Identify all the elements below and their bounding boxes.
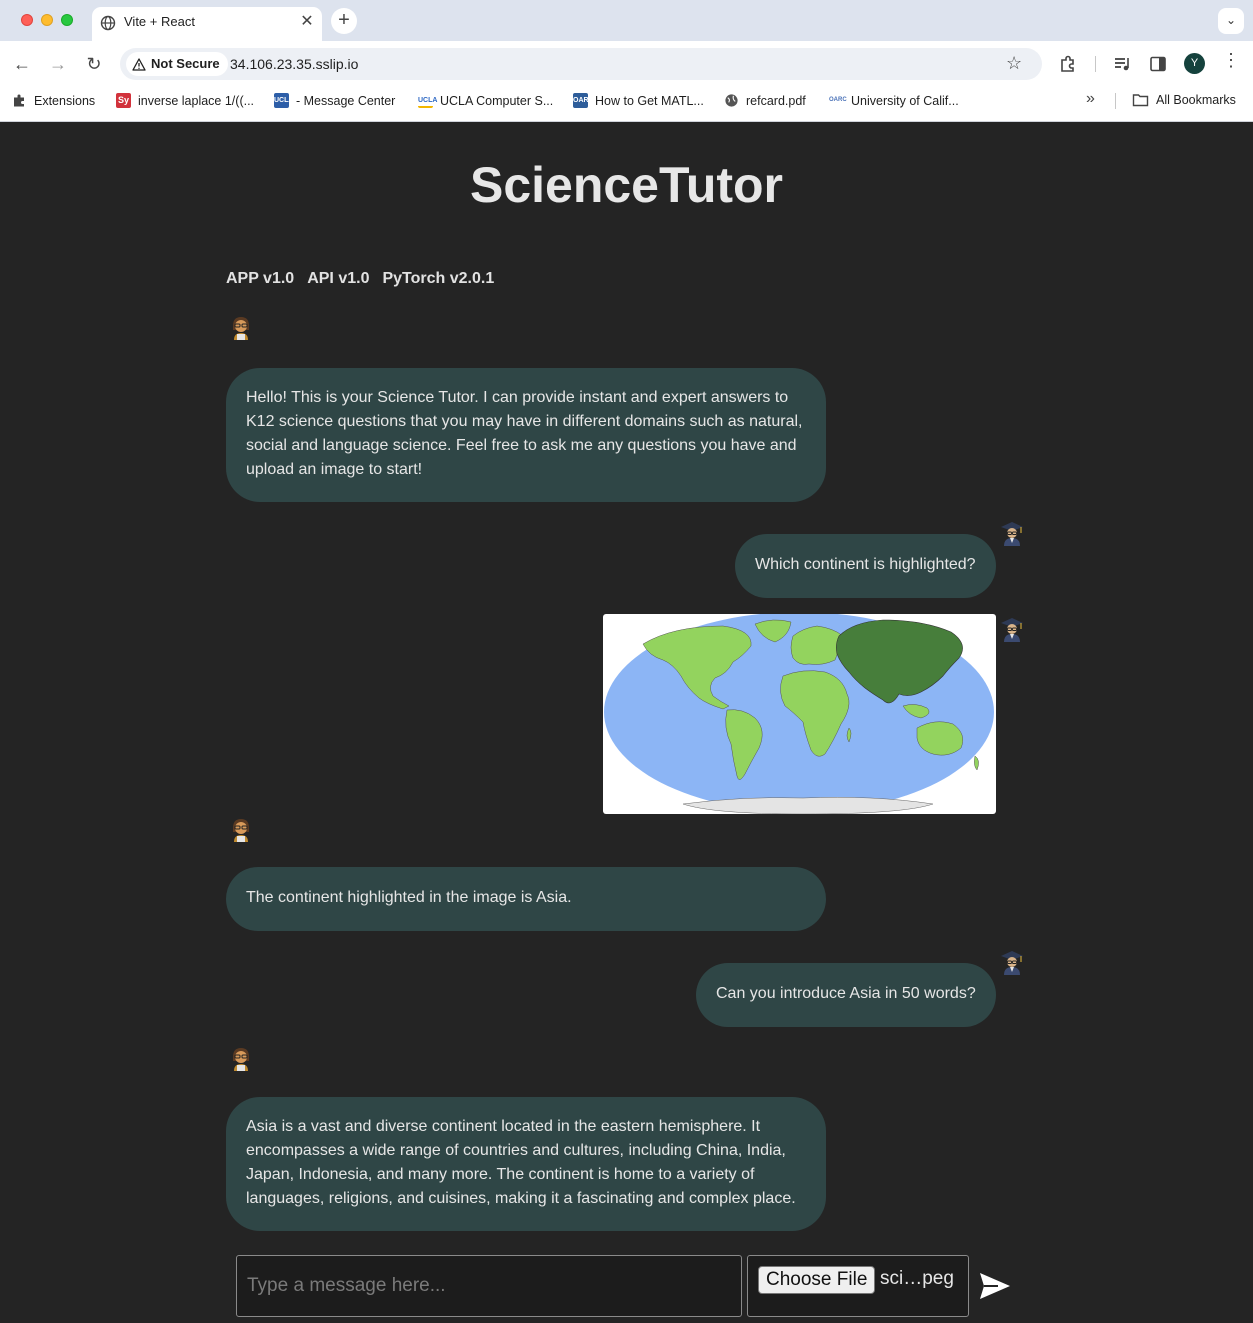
user-message-bubble: Can you introduce Asia in 50 words? xyxy=(696,963,996,1027)
maximize-window-button[interactable] xyxy=(61,14,73,26)
graduate-avatar-icon xyxy=(1001,951,1023,975)
ucla-favicon: UCLA xyxy=(274,93,293,108)
student-avatar-icon xyxy=(233,317,249,340)
oarc-favicon: OARC xyxy=(829,93,847,108)
bookmark-extensions[interactable]: Extensions xyxy=(12,93,95,108)
ucla-favicon: UCLA xyxy=(418,93,437,108)
message-composer: Choose File sci…peg xyxy=(0,1255,1253,1323)
bookmark-refcard[interactable]: refcard.pdf xyxy=(724,93,806,108)
user-message-text: Can you introduce Asia in 50 words? xyxy=(716,985,976,1002)
security-label: Not Secure xyxy=(151,56,220,71)
symbolab-favicon: Sy xyxy=(116,93,131,108)
bookmark-label: - Message Center xyxy=(296,93,396,108)
user-message-bubble: Which continent is highlighted? xyxy=(735,534,996,598)
close-tab-icon[interactable]: ✕ xyxy=(298,11,316,31)
bookmark-message-center[interactable]: UCLA - Message Center xyxy=(274,93,395,108)
file-upload-field[interactable]: Choose File sci…peg xyxy=(747,1255,969,1317)
new-zealand xyxy=(974,755,979,771)
student-avatar-icon xyxy=(233,819,249,842)
globe-icon xyxy=(100,15,116,31)
media-queue-icon[interactable] xyxy=(1112,54,1132,74)
new-tab-button[interactable]: + xyxy=(331,8,357,34)
graduate-avatar-icon xyxy=(1001,618,1023,642)
bot-message-bubble: The continent highlighted in the image i… xyxy=(226,867,826,931)
bookmark-label: Extensions xyxy=(34,93,96,108)
app-version: APP v1.0 xyxy=(226,270,295,287)
toolbar-divider xyxy=(1095,56,1096,72)
api-version: API v1.0 xyxy=(307,270,370,287)
bot-message-text: The continent highlighted in the image i… xyxy=(246,889,572,906)
bookmark-label: University of Calif... xyxy=(851,93,959,108)
security-chip[interactable]: Not Secure xyxy=(126,52,228,76)
tab-title: Vite + React xyxy=(124,14,195,29)
bookmarks-divider xyxy=(1115,93,1116,109)
globe-icon xyxy=(725,94,738,107)
navigation-bar: ← → ↻ Not Secure 34.106.23.35.sslip.io ☆ xyxy=(0,41,1253,87)
user-message-text: Which continent is highlighted? xyxy=(755,556,976,573)
folder-icon xyxy=(1132,94,1149,107)
forward-arrow-icon[interactable]: → xyxy=(46,52,70,76)
bookmark-university[interactable]: OARC University of Calif... xyxy=(829,93,959,108)
bot-message-text: Hello! This is your Science Tutor. I can… xyxy=(246,389,803,478)
url-text[interactable]: 34.106.23.35.sslip.io xyxy=(230,56,358,72)
menu-kebab-icon[interactable]: ⋮ xyxy=(1222,50,1240,71)
world-map-image xyxy=(603,614,996,814)
send-icon[interactable] xyxy=(978,1269,1012,1303)
world-map xyxy=(604,614,994,814)
bookmark-inverse-laplace[interactable]: Sy inverse laplace 1/((... xyxy=(116,93,254,108)
tab-search-button[interactable]: ⌄ xyxy=(1218,8,1244,34)
antarctica xyxy=(682,797,934,814)
message-input[interactable] xyxy=(236,1255,742,1317)
bookmark-label: How to Get MATL... xyxy=(595,93,704,108)
bot-message-text: Asia is a vast and diverse continent loc… xyxy=(246,1118,796,1207)
selected-file-name: sci…peg xyxy=(880,1268,954,1289)
bookmark-star-icon[interactable]: ☆ xyxy=(1006,53,1022,74)
close-window-button[interactable] xyxy=(21,14,33,26)
bot-message-bubble: Asia is a vast and diverse continent loc… xyxy=(226,1097,826,1231)
choose-file-button[interactable]: Choose File xyxy=(758,1266,876,1294)
bookmark-ucla-cs[interactable]: UCLA UCLA Computer S... xyxy=(418,93,553,108)
reload-icon[interactable]: ↻ xyxy=(82,52,106,76)
version-info: APP v1.0 API v1.0 PyTorch v2.0.1 xyxy=(226,270,494,288)
puzzle-icon xyxy=(14,94,24,107)
bookmark-matlab[interactable]: OARC How to Get MATL... xyxy=(573,93,704,108)
all-bookmarks-label: All Bookmarks xyxy=(1156,93,1236,107)
bookmark-label: inverse laplace 1/((... xyxy=(138,93,255,108)
side-panel-icon[interactable] xyxy=(1148,54,1168,74)
bookmark-label: refcard.pdf xyxy=(746,93,806,108)
europe xyxy=(790,625,844,665)
address-bar[interactable]: Not Secure 34.106.23.35.sslip.io ☆ xyxy=(120,48,1042,80)
science-tutor-app: ScienceTutor APP v1.0 API v1.0 PyTorch v… xyxy=(0,122,1253,1323)
bookmarks-bar: Extensions Sy inverse laplace 1/((... UC… xyxy=(0,87,1253,115)
all-bookmarks-folder[interactable]: All Bookmarks xyxy=(1132,93,1236,107)
browser-chrome: Vite + React ✕ + ⌄ ← → ↻ Not Secure 34.1… xyxy=(0,0,1253,122)
tab-active[interactable]: Vite + React ✕ xyxy=(92,7,322,41)
graduate-avatar-icon xyxy=(1001,522,1023,546)
oarc-favicon: OARC xyxy=(573,93,594,108)
profile-avatar[interactable]: Y xyxy=(1184,53,1205,74)
bookmark-label: UCLA Computer S... xyxy=(440,93,554,108)
tab-strip: Vite + React ✕ + ⌄ xyxy=(0,0,1253,41)
back-arrow-icon[interactable]: ← xyxy=(10,52,34,76)
app-title: ScienceTutor xyxy=(469,157,784,213)
pytorch-version: PyTorch v2.0.1 xyxy=(382,270,495,287)
extensions-puzzle-icon[interactable] xyxy=(1058,54,1078,74)
bot-message-bubble: Hello! This is your Science Tutor. I can… xyxy=(226,368,826,502)
student-avatar-icon xyxy=(233,1048,249,1071)
more-bookmarks-chevron-icon[interactable]: » xyxy=(1086,90,1095,108)
warning-icon xyxy=(132,57,146,71)
minimize-window-button[interactable] xyxy=(41,14,53,26)
